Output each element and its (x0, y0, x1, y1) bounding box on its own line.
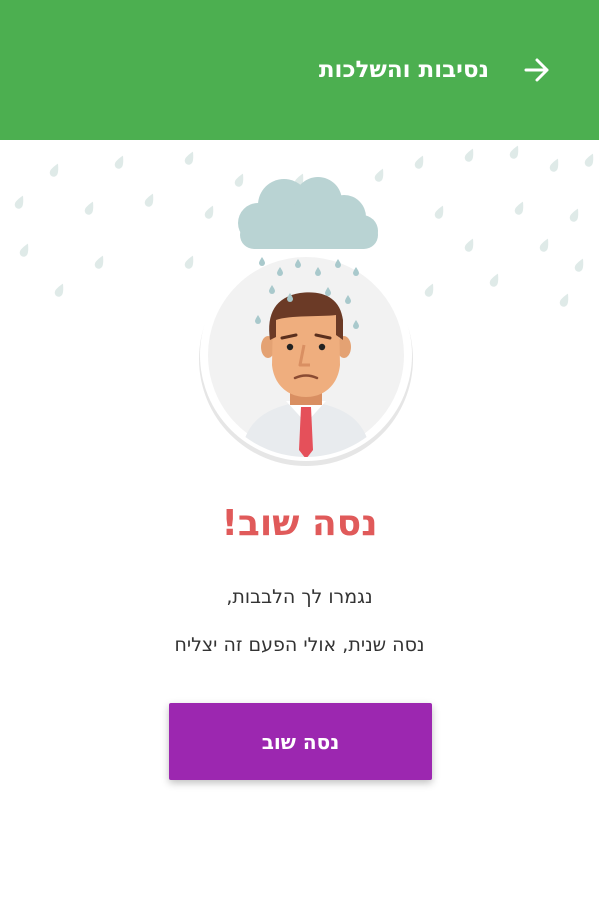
app-bar: נסיבות והשלכות (0, 0, 599, 140)
game-over-screen: נסיבות והשלכות נסה שוב! נגמרו לך הלבבות,… (0, 0, 599, 900)
app-bar-title: נסיבות והשלכות (318, 57, 489, 83)
back-button[interactable] (513, 46, 561, 94)
retry-button[interactable]: נסה שוב (169, 703, 432, 780)
sad-man-illustration (199, 177, 413, 466)
arrow-forward-icon (524, 58, 549, 82)
result-message-line-1: נגמרו לך הלבבות, (226, 586, 373, 608)
rain-cloud-icon (238, 177, 378, 249)
result-message-line-2: נסה שנית, אולי הפעם זה יצליח (174, 634, 425, 656)
result-headline: נסה שוב! (221, 503, 378, 544)
